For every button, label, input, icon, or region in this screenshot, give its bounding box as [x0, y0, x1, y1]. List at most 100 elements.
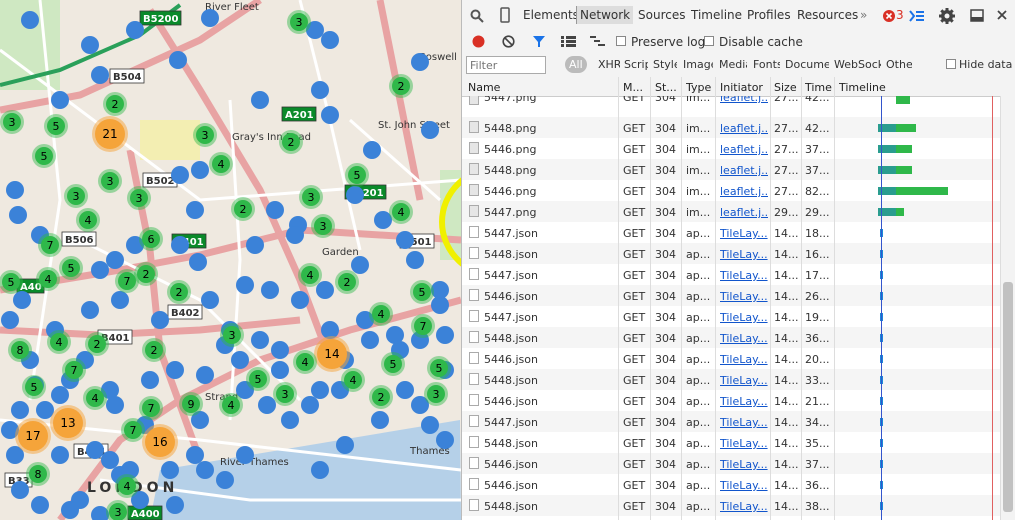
cluster-marker[interactable]: 3	[98, 169, 122, 193]
col-initiator[interactable]: Initiator	[720, 81, 770, 94]
request-row[interactable]: 5447.json GET 304 ap... TileLay... 14... 19...	[462, 306, 1002, 327]
cluster-marker[interactable]: 2	[142, 338, 166, 362]
filter-input[interactable]	[466, 56, 546, 74]
cluster-marker[interactable]: 8	[8, 338, 32, 362]
cluster-marker[interactable]: 2	[167, 280, 191, 304]
map-marker-dot[interactable]	[336, 436, 354, 454]
cluster-marker[interactable]: 4	[298, 263, 322, 287]
record-icon[interactable]	[472, 35, 485, 48]
map-marker-dot[interactable]	[86, 441, 104, 459]
map-marker-dot[interactable]	[91, 66, 109, 84]
tab-elements[interactable]: Elements	[523, 8, 579, 22]
map-marker-dot[interactable]	[151, 311, 169, 329]
console-drawer-icon[interactable]	[909, 9, 925, 23]
map-marker-dot[interactable]	[81, 36, 99, 54]
device-mode-icon[interactable]	[500, 7, 510, 23]
tab-profiles[interactable]: Profiles	[747, 8, 791, 22]
cluster-marker[interactable]: 9	[179, 392, 203, 416]
request-initiator[interactable]: TileLay...	[720, 374, 768, 387]
map-marker-dot[interactable]	[316, 281, 334, 299]
request-initiator[interactable]: TileLay...	[720, 395, 768, 408]
request-row[interactable]: 5446.json GET 304 ap... TileLay... 14... 36...	[462, 474, 1002, 495]
cluster-marker[interactable]: 5	[0, 270, 23, 294]
request-row[interactable]: 5447.png GET 304 im... leaflet.j... 29... 29..…	[462, 201, 1002, 222]
cluster-marker[interactable]: 13	[50, 405, 86, 441]
filter-all-button[interactable]: All	[565, 56, 587, 73]
map-marker-dot[interactable]	[191, 161, 209, 179]
cluster-marker[interactable]: 5	[345, 163, 369, 187]
cluster-marker[interactable]: 3	[0, 110, 24, 134]
map-marker-dot[interactable]	[186, 446, 204, 464]
tab-resources[interactable]: Resources	[797, 8, 858, 22]
col-divider[interactable]	[681, 77, 682, 520]
map-marker-dot[interactable]	[91, 261, 109, 279]
cluster-marker[interactable]: 3	[220, 323, 244, 347]
col-size[interactable]: Size	[774, 81, 802, 94]
cluster-marker[interactable]: 21	[92, 116, 128, 152]
col-time[interactable]: Time	[805, 81, 833, 94]
cluster-marker[interactable]: 7	[38, 233, 62, 257]
error-icon[interactable]	[883, 10, 895, 22]
map-marker-dot[interactable]	[436, 326, 454, 344]
map-marker-dot[interactable]	[201, 9, 219, 27]
map-marker-dot[interactable]	[11, 481, 29, 499]
tab-timeline[interactable]: Timeline	[691, 8, 742, 22]
cluster-marker[interactable]: 14	[314, 336, 350, 372]
map-marker-dot[interactable]	[351, 256, 369, 274]
map-marker-dot[interactable]	[81, 301, 99, 319]
request-initiator[interactable]: TileLay...	[720, 437, 768, 450]
overview-icon[interactable]	[590, 36, 605, 47]
clear-icon[interactable]	[502, 35, 515, 48]
filter-websockets[interactable]: WebSockets	[834, 58, 881, 71]
map-marker-dot[interactable]	[161, 461, 179, 479]
map-marker-dot[interactable]	[286, 226, 304, 244]
map-marker-dot[interactable]	[261, 281, 279, 299]
request-initiator[interactable]: leaflet.j...	[720, 143, 768, 156]
map-marker-dot[interactable]	[141, 371, 159, 389]
map-marker-dot[interactable]	[321, 106, 339, 124]
request-row[interactable]: 5448.png GET 304 im... leaflet.j... 27... 42..…	[462, 117, 1002, 138]
request-row[interactable]: 5447.json GET 304 ap... TileLay... 14... 18...	[462, 222, 1002, 243]
cluster-marker[interactable]: 7	[115, 269, 139, 293]
col-divider[interactable]	[834, 77, 835, 520]
col-divider[interactable]	[770, 77, 771, 520]
request-row[interactable]: 5446.png GET 304 im... leaflet.j... 27... 37..…	[462, 138, 1002, 159]
cluster-marker[interactable]: 7	[139, 396, 163, 420]
cluster-marker[interactable]: 5	[246, 367, 270, 391]
cluster-marker[interactable]: 4	[341, 368, 365, 392]
cluster-marker[interactable]: 6	[139, 227, 163, 251]
tab-network[interactable]: Network	[576, 6, 634, 24]
request-initiator[interactable]: TileLay...	[720, 458, 768, 471]
map-marker-dot[interactable]	[51, 91, 69, 109]
map-marker-dot[interactable]	[406, 251, 424, 269]
request-initiator[interactable]: TileLay...	[720, 332, 768, 345]
map-marker-dot[interactable]	[169, 51, 187, 69]
map-marker-dot[interactable]	[166, 496, 184, 514]
cluster-marker[interactable]: 4	[115, 474, 139, 498]
map-marker-dot[interactable]	[51, 446, 69, 464]
filter-xhr[interactable]: XHR	[598, 58, 620, 71]
request-initiator[interactable]: leaflet.j...	[720, 185, 768, 198]
map-marker-dot[interactable]	[421, 121, 439, 139]
request-initiator[interactable]: TileLay...	[720, 290, 768, 303]
map-marker-dot[interactable]	[196, 461, 214, 479]
disable-cache-checkbox[interactable]	[704, 36, 714, 46]
cluster-marker[interactable]: 3	[106, 500, 130, 520]
cluster-marker[interactable]: 8	[26, 462, 50, 486]
map-marker-dot[interactable]	[371, 411, 389, 429]
map-marker-dot[interactable]	[236, 446, 254, 464]
request-initiator[interactable]: leaflet.j...	[720, 206, 768, 219]
request-row[interactable]: 5448.json GET 304 ap... TileLay... 14... 36...	[462, 327, 1002, 348]
preserve-log-checkbox[interactable]	[616, 36, 626, 46]
map-marker-dot[interactable]	[106, 251, 124, 269]
map-marker-dot[interactable]	[201, 291, 219, 309]
request-row[interactable]: 5448.jsonGET304ap...TileLay...14...39...	[462, 516, 1002, 520]
request-row[interactable]: 5448.json GET 304 ap... TileLay... 14... 33...	[462, 369, 1002, 390]
map-marker-dot[interactable]	[51, 386, 69, 404]
cluster-marker[interactable]: 3	[424, 382, 448, 406]
more-tabs-button[interactable]: »	[860, 8, 867, 22]
map-marker-dot[interactable]	[236, 276, 254, 294]
map-marker-dot[interactable]	[171, 166, 189, 184]
cluster-marker[interactable]: 2	[103, 92, 127, 116]
cluster-marker[interactable]: 5	[410, 280, 434, 304]
